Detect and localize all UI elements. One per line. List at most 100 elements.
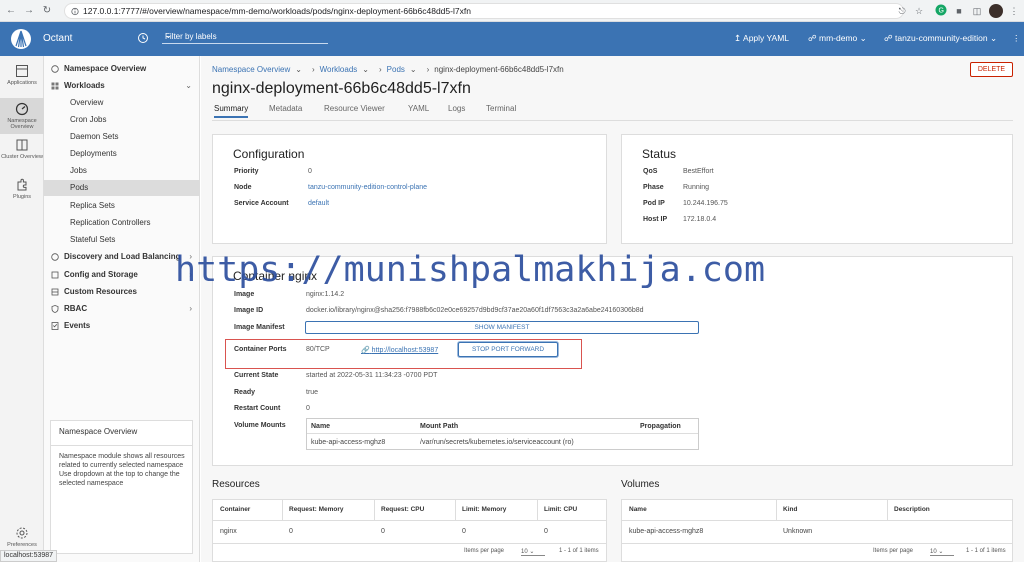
grid-icon <box>51 82 59 90</box>
container-key: Image <box>234 291 255 298</box>
extension-g-icon[interactable]: G <box>934 4 948 18</box>
tab-metadata[interactable]: Metadata <box>269 104 302 113</box>
divider <box>212 120 1013 121</box>
watermark-text: https://munishpalmakhija.com <box>175 250 766 290</box>
stop-port-forward-button[interactable]: STOP PORT FORWARD <box>458 342 558 357</box>
chevron-down-icon: ⌄ <box>989 33 998 43</box>
apply-yaml-button[interactable]: ↥ Apply YAML <box>734 33 789 44</box>
address-bar[interactable]: 127.0.0.1:7777/#/overview/namespace/mm-d… <box>64 3 904 19</box>
delete-button[interactable]: DELETE <box>970 62 1013 77</box>
items-per-page-label: Items per page <box>464 548 505 554</box>
applications-icon <box>16 65 28 77</box>
service-account-link[interactable]: default <box>308 200 329 207</box>
nav-item-stateful-sets[interactable]: Stateful Sets <box>44 232 200 248</box>
context-label: tanzu-community-edition <box>894 33 988 43</box>
container-key: Image Manifest <box>234 324 285 331</box>
volume-mounts-table: Name Mount Path Propagation kube-api-acc… <box>306 418 699 450</box>
profile-avatar[interactable] <box>989 4 1003 18</box>
octant-window: ← → ↻ 127.0.0.1:7777/#/overview/namespac… <box>0 0 1024 562</box>
more-menu-icon[interactable]: ⋮ <box>1007 4 1021 18</box>
items-per-page-select[interactable]: 10 ⌄ <box>930 548 954 556</box>
browser-toolbar: ← → ↻ 127.0.0.1:7777/#/overview/namespac… <box>0 0 1024 22</box>
nav-item-events[interactable]: Events <box>44 318 200 334</box>
rail-item-plugins[interactable]: Plugins <box>0 178 44 206</box>
divider <box>776 500 777 520</box>
context-icon: ☍ <box>884 33 893 43</box>
breadcrumb-namespace-overview[interactable]: Namespace Overview <box>212 65 290 74</box>
rail-label: Namespace Overview <box>7 118 37 130</box>
table-header: Name <box>629 506 647 513</box>
nav-item-deployments[interactable]: Deployments <box>44 146 200 162</box>
label-filter-dropdown[interactable]: Filter by labels ⌄ <box>162 30 328 44</box>
rail-item-cluster-overview[interactable]: Cluster Overview <box>0 138 44 172</box>
table-cell: kube-api-access-mghz8 <box>629 528 704 535</box>
breadcrumb-pods[interactable]: Pods <box>387 65 405 74</box>
nav-item-replica-sets[interactable]: Replica Sets <box>44 198 200 214</box>
container-key: Ready <box>234 389 256 396</box>
divider <box>537 500 538 520</box>
reload-icon[interactable]: ↻ <box>40 4 54 18</box>
nav-item-namespace-overview[interactable]: Namespace Overview <box>44 61 200 77</box>
nav-label: Overview <box>70 98 104 107</box>
shield-icon <box>51 305 59 313</box>
history-icon[interactable] <box>137 32 149 44</box>
divider <box>887 500 888 520</box>
namespace-selector[interactable]: ☍ mm-demo ⌄ <box>808 33 867 44</box>
items-per-page-select[interactable]: 10 ⌄ <box>521 548 545 556</box>
nav-item-rbac[interactable]: RBAC › <box>44 301 200 317</box>
container-key: Container Ports <box>234 346 287 353</box>
apply-yaml-label: Apply YAML <box>743 33 790 43</box>
volumes-table: Name Kind Description kube-api-access-mg… <box>621 499 1013 562</box>
back-icon[interactable]: ← <box>4 4 18 18</box>
items-per-page-value: 10 <box>930 549 937 555</box>
url-text: 127.0.0.1:7777/#/overview/namespace/mm-d… <box>83 6 471 16</box>
resources-table: Container Request: Memory Request: CPU L… <box>212 499 607 562</box>
nav-item-replication-controllers[interactable]: Replication Controllers <box>44 215 200 231</box>
forward-icon[interactable]: → <box>22 4 36 18</box>
show-manifest-button[interactable]: SHOW MANIFEST <box>305 321 699 334</box>
table-cell: 0 <box>462 528 466 535</box>
port-forward-url: http://localhost:53987 <box>371 347 439 354</box>
nav-item-daemon-sets[interactable]: Daemon Sets <box>44 129 200 145</box>
nav-item-cron-jobs[interactable]: Cron Jobs <box>44 112 200 128</box>
breadcrumb-workloads[interactable]: Workloads <box>320 65 358 74</box>
tab-resource-viewer[interactable]: Resource Viewer <box>324 104 385 113</box>
config-value: 0 <box>308 168 312 175</box>
table-header: Limit: Memory <box>462 506 507 513</box>
rail-item-namespace-overview[interactable]: Namespace Overview <box>0 98 44 134</box>
table-header: Name <box>311 423 331 430</box>
nav-label: Replication Controllers <box>70 218 151 227</box>
nav-label: Deployments <box>70 149 117 158</box>
nav-label: Events <box>64 321 91 330</box>
app-name[interactable]: Octant <box>43 33 72 44</box>
port-forward-link[interactable]: 🔗 http://localhost:53987 <box>361 346 438 354</box>
nav-label: Cron Jobs <box>70 115 107 124</box>
nav-item-workloads[interactable]: Workloads ⌄ <box>44 78 200 94</box>
bookmark-star-icon[interactable]: ☆ <box>912 4 926 18</box>
side-panel-icon[interactable]: ◫ <box>970 4 984 18</box>
node-link[interactable]: tanzu-community-edition-control-plane <box>308 184 427 191</box>
nav-sidebar: Namespace Overview Workloads ⌄ Overview … <box>44 56 200 562</box>
container-value: true <box>306 389 319 396</box>
tab-logs[interactable]: Logs <box>448 104 465 113</box>
tab-yaml[interactable]: YAML <box>408 104 429 113</box>
table-header: Propagation <box>640 423 681 430</box>
more-vertical-icon[interactable]: ⋮ <box>1012 33 1021 44</box>
table-cell: 0 <box>289 528 293 535</box>
octant-logo-icon[interactable] <box>10 27 32 51</box>
divider <box>622 520 1012 521</box>
help-panel-title: Namespace Overview <box>59 427 138 436</box>
divider <box>307 433 698 434</box>
resources-title: Resources <box>212 479 260 490</box>
tab-terminal[interactable]: Terminal <box>486 104 516 113</box>
context-selector[interactable]: ☍ tanzu-community-edition ⌄ <box>884 33 997 44</box>
configuration-card: Configuration Priority 0 Node tanzu-comm… <box>212 134 607 244</box>
nav-item-overview[interactable]: Overview <box>44 95 200 111</box>
tab-summary[interactable]: Summary <box>214 104 249 118</box>
rail-item-applications[interactable]: Applications <box>0 64 44 98</box>
share-icon[interactable]: ⎋ <box>895 4 909 18</box>
table-cell: 0 <box>381 528 385 535</box>
extensions-puzzle-icon[interactable]: ■ <box>952 4 966 18</box>
nav-item-jobs[interactable]: Jobs <box>44 163 200 179</box>
nav-item-pods[interactable]: Pods <box>44 180 200 196</box>
